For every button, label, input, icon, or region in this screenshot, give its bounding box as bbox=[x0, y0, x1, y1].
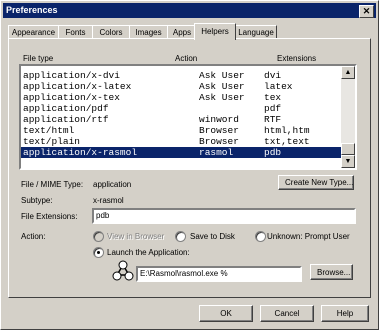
column-header-extensions: Extensions bbox=[277, 54, 317, 63]
row-ext: pdb bbox=[264, 147, 282, 158]
mime-type-value: application bbox=[93, 180, 132, 189]
help-button[interactable]: Help bbox=[321, 305, 369, 322]
row-type: text/html bbox=[23, 125, 75, 136]
column-header-file-type: File type bbox=[23, 54, 54, 63]
helpers-list[interactable]: application/x-dvi Ask User dvi applicati… bbox=[19, 64, 357, 170]
tab-fonts[interactable]: Fonts bbox=[58, 25, 93, 39]
row-type: application/rtf bbox=[23, 114, 109, 125]
file-extensions-label: File Extensions: bbox=[21, 212, 78, 221]
list-scrollbar[interactable]: ▲ ▼ bbox=[341, 66, 355, 168]
tab-images[interactable]: Images bbox=[129, 25, 168, 39]
view-in-browser-radio[interactable] bbox=[93, 231, 104, 242]
save-to-disk-radio[interactable] bbox=[175, 231, 186, 242]
molecule-app-icon bbox=[112, 260, 134, 281]
row-ext: html,htm bbox=[264, 125, 310, 136]
row-action: Browser bbox=[199, 136, 239, 147]
tab-appearance[interactable]: Appearance bbox=[8, 25, 59, 39]
unknown-prompt-user-label: Unknown: Prompt User bbox=[267, 232, 350, 241]
tab-language[interactable]: Language bbox=[235, 25, 277, 39]
list-row[interactable]: application/x-tex Ask User tex bbox=[21, 92, 341, 103]
subtype-value: x-rasmol bbox=[93, 196, 124, 205]
row-ext: latex bbox=[264, 81, 293, 92]
unknown-prompt-user-radio[interactable] bbox=[255, 231, 266, 242]
subtype-label: Subtype: bbox=[21, 196, 53, 205]
list-row-selected[interactable]: application/x-rasmol rasmol pdb bbox=[21, 147, 341, 158]
scroll-down-arrow-icon[interactable]: ▼ bbox=[341, 155, 355, 168]
launch-application-radio[interactable] bbox=[93, 247, 104, 258]
row-ext: pdf bbox=[264, 103, 282, 114]
row-ext: RTF bbox=[264, 114, 282, 125]
row-type: text/plain bbox=[23, 136, 81, 147]
tab-helpers[interactable]: Helpers bbox=[194, 23, 236, 40]
browse-button[interactable]: Browse... bbox=[310, 264, 353, 280]
row-type: application/x-tex bbox=[23, 92, 120, 103]
list-row[interactable]: application/x-dvi Ask User dvi bbox=[21, 70, 341, 81]
list-row[interactable]: text/html Browser html,htm bbox=[21, 125, 341, 136]
list-row[interactable]: application/pdf pdf bbox=[21, 103, 341, 114]
list-row[interactable]: application/x-latex Ask User latex bbox=[21, 81, 341, 92]
row-type: application/pdf bbox=[23, 103, 109, 114]
row-action: Browser bbox=[199, 125, 239, 136]
row-type: application/x-rasmol bbox=[23, 147, 138, 158]
preferences-window: Preferences ✕ Appearance Fonts Colors Im… bbox=[0, 0, 379, 330]
ok-button[interactable]: OK bbox=[199, 305, 253, 322]
row-type: application/x-dvi bbox=[23, 70, 120, 81]
row-action: Ask User bbox=[199, 70, 245, 81]
action-label: Action: bbox=[21, 232, 46, 241]
window-title: Preferences bbox=[6, 5, 58, 15]
save-to-disk-label: Save to Disk bbox=[190, 232, 235, 241]
row-action: Ask User bbox=[199, 92, 245, 103]
title-bar: Preferences ✕ bbox=[3, 3, 376, 18]
cancel-button[interactable]: Cancel bbox=[260, 305, 314, 322]
row-ext: txt,text bbox=[264, 136, 310, 147]
scroll-up-arrow-icon[interactable]: ▲ bbox=[341, 66, 355, 79]
row-ext: tex bbox=[264, 92, 282, 103]
tab-apps[interactable]: Apps bbox=[167, 25, 197, 39]
launch-application-label: Launch the Application: bbox=[107, 248, 190, 257]
row-action: rasmol bbox=[199, 147, 234, 158]
list-row[interactable]: application/rtf winword RTF bbox=[21, 114, 341, 125]
row-ext: dvi bbox=[264, 70, 282, 81]
mime-type-label: File / MIME Type: bbox=[21, 180, 84, 189]
row-action: Ask User bbox=[199, 81, 245, 92]
column-header-action: Action bbox=[175, 54, 198, 63]
list-row[interactable]: text/plain Browser txt,text bbox=[21, 136, 341, 147]
application-path-field[interactable]: E:\Rasmol\rasmol.exe % bbox=[136, 266, 302, 282]
row-type: application/x-latex bbox=[23, 81, 132, 92]
file-extensions-field[interactable]: pdb bbox=[92, 208, 356, 224]
create-new-type-button[interactable]: Create New Type... bbox=[278, 175, 354, 190]
close-button[interactable]: ✕ bbox=[359, 5, 374, 18]
tab-colors[interactable]: Colors bbox=[92, 25, 130, 39]
scroll-thumb[interactable] bbox=[341, 143, 355, 155]
view-in-browser-label: View in Browser bbox=[107, 232, 165, 241]
row-action: winword bbox=[199, 114, 239, 125]
